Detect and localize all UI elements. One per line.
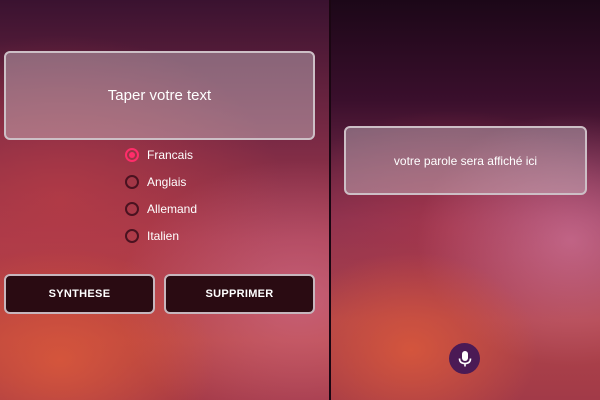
supprimer-button-label: SUPPRIMER xyxy=(205,288,274,300)
text-input-placeholder: Taper votre text xyxy=(107,87,212,104)
radio-option-anglais[interactable]: Anglais xyxy=(125,172,186,192)
speech-output-text: votre parole sera affiché ici xyxy=(393,153,538,168)
radio-label-anglais: Anglais xyxy=(147,175,187,189)
radio-label-allemand: Allemand xyxy=(147,202,198,216)
radio-button[interactable] xyxy=(125,202,139,216)
speech-recognition-screen: votre parole sera affiché ici xyxy=(331,0,600,400)
synthese-button[interactable]: SYNTHESE xyxy=(4,274,155,314)
synthese-button-label: SYNTHESE xyxy=(48,288,111,300)
microphone-button[interactable] xyxy=(449,343,480,374)
supprimer-button[interactable]: SUPPRIMER xyxy=(164,274,315,314)
speech-output-box: votre parole sera affiché ici xyxy=(344,126,587,195)
radio-option-allemand[interactable]: Allemand xyxy=(125,199,197,219)
radio-label-francais: Francais xyxy=(147,148,194,162)
radio-option-francais[interactable]: Francais xyxy=(125,145,193,165)
radio-option-italien[interactable]: Italien xyxy=(125,226,179,246)
radio-button[interactable] xyxy=(125,175,139,189)
radio-button-checked[interactable] xyxy=(125,148,139,162)
text-input-field[interactable]: Taper votre text xyxy=(4,51,315,140)
radio-label-italien: Italien xyxy=(147,229,180,243)
radio-button[interactable] xyxy=(125,229,139,243)
speech-synthesis-screen: Taper votre text Francais Anglais Allema… xyxy=(0,0,329,400)
microphone-icon xyxy=(458,350,471,366)
